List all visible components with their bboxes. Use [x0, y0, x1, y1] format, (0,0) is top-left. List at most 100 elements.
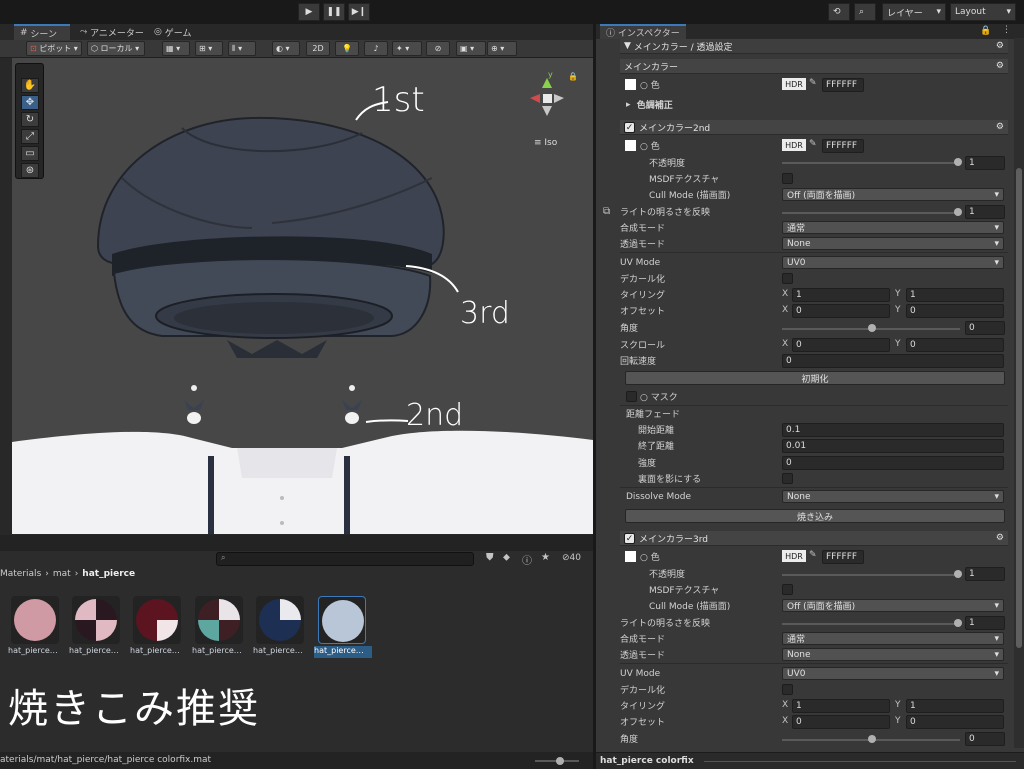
angle-field[interactable]: 0 — [965, 321, 1005, 335]
angle-field[interactable]: 0 — [965, 732, 1005, 746]
bake-button[interactable]: 焼き込み — [625, 509, 1005, 523]
debug-lock-icon[interactable]: ⧉ — [603, 206, 610, 217]
light-field[interactable]: 1 — [965, 205, 1005, 219]
search-button[interactable]: ⌕ — [854, 3, 876, 21]
alpha-dropdown[interactable]: None ▾ — [782, 648, 1004, 661]
layout-dropdown[interactable]: Layout ▾ — [950, 3, 1016, 21]
pause-button[interactable]: ❚❚ — [323, 3, 345, 21]
start-distance-field[interactable]: 0.1 — [782, 423, 1004, 437]
main-color-2nd-header[interactable]: ✓ メインカラー2nd ⚙ — [620, 120, 1008, 135]
iso-label[interactable]: ≡ Iso — [534, 138, 557, 148]
project-search-input[interactable]: ⌕ — [216, 552, 474, 566]
gear-icon[interactable]: ⚙ — [996, 533, 1004, 543]
section-header[interactable]: ▼ メインカラー / 透過設定 ⚙ — [620, 39, 1008, 54]
blend-dropdown[interactable]: 通常 ▾ — [782, 221, 1004, 234]
scrollbar-thumb[interactable] — [1016, 168, 1022, 648]
tiling-y-field[interactable]: 1 — [906, 288, 1004, 302]
backface-shadow-checkbox[interactable] — [782, 473, 793, 484]
rotate-tool[interactable]: ↻ — [21, 112, 39, 127]
layers-dropdown[interactable]: レイヤー ▾ — [882, 3, 946, 21]
lock-icon[interactable]: 🔒 — [568, 72, 578, 81]
breadcrumb-item[interactable]: Materials — [0, 569, 41, 583]
opacity-knob[interactable] — [954, 570, 962, 578]
filter-type-icon[interactable]: ⛊ — [486, 552, 494, 563]
mask-swatch[interactable] — [626, 391, 637, 402]
material-thumb[interactable] — [11, 596, 59, 644]
eyedropper-icon[interactable]: ✎ — [809, 78, 817, 88]
decal-checkbox[interactable] — [782, 684, 793, 695]
opacity-field[interactable]: 1 — [965, 567, 1005, 581]
tiling-y-field[interactable]: 1 — [906, 699, 1004, 713]
color-swatch-preview[interactable] — [625, 140, 636, 151]
enable-2nd-checkbox[interactable]: ✓ — [624, 121, 635, 133]
alpha-dropdown[interactable]: None ▾ — [782, 237, 1004, 250]
msdf-checkbox[interactable] — [782, 584, 793, 595]
step-button[interactable]: ▶❙ — [348, 3, 370, 21]
warning-icon[interactable]: ⓘ — [522, 552, 532, 567]
snap-increment-dropdown[interactable]: ⊞ ▾ — [195, 41, 223, 56]
strength-field[interactable]: 0 — [782, 456, 1004, 470]
inspector-scrollbar[interactable] — [1014, 38, 1024, 748]
pivot-dropdown[interactable]: ⊡ ピボット ▾ — [26, 41, 82, 56]
gizmos-dropdown[interactable]: ⊕ ▾ — [487, 41, 517, 56]
tiling-x-field[interactable]: 1 — [792, 699, 890, 713]
offset-y-field[interactable]: 0 — [906, 715, 1004, 729]
scene-viewport[interactable]: y 🔒 ≡ Iso 1st 3rd 2nd — [12, 58, 593, 534]
local-dropdown[interactable]: ⬡ ローカル ▾ — [87, 41, 145, 56]
reset-button[interactable]: 初期化 — [625, 371, 1005, 385]
gear-icon[interactable]: ⚙ — [996, 122, 1004, 132]
material-label-selected[interactable]: hat_pierce… — [314, 646, 372, 658]
grid-snap-dropdown[interactable]: ▦ ▾ — [162, 41, 190, 56]
angle-knob[interactable] — [868, 735, 876, 743]
favorite-icon[interactable]: ★ — [541, 552, 550, 563]
tab-game[interactable]: ◎ ゲーム — [148, 24, 197, 40]
offset-x-field[interactable]: 0 — [792, 715, 890, 729]
material-label[interactable]: hat_pierce… — [130, 646, 188, 658]
rotation-speed-field[interactable]: 0 — [782, 354, 1004, 368]
decal-checkbox[interactable] — [782, 273, 793, 284]
breadcrumb-item[interactable]: hat_pierce — [82, 569, 135, 583]
light-slider[interactable] — [782, 623, 960, 625]
offset-x-field[interactable]: 0 — [792, 304, 890, 318]
msdf-checkbox[interactable] — [782, 173, 793, 184]
light-knob[interactable] — [954, 208, 962, 216]
effects-dropdown[interactable]: ✦ ▾ — [392, 41, 422, 56]
scroll-y-field[interactable]: 0 — [906, 338, 1004, 352]
breadcrumb-item[interactable]: mat — [53, 569, 71, 583]
tab-scene[interactable]: # シーン — [14, 24, 70, 40]
material-thumb[interactable] — [72, 596, 120, 644]
hdr-color-field[interactable]: HDR — [782, 139, 806, 151]
shading-dropdown[interactable]: ◐ ▾ — [272, 41, 300, 56]
gear-icon[interactable]: ⚙ — [996, 61, 1004, 71]
opacity-slider[interactable] — [782, 574, 960, 576]
lock-icon[interactable]: 🔒 — [980, 26, 991, 36]
eyedropper-icon[interactable]: ✎ — [809, 139, 817, 149]
main-color-header[interactable]: メインカラー ⚙ — [620, 59, 1008, 74]
history-button[interactable]: ⟲ — [828, 3, 850, 21]
uv-dropdown[interactable]: UV0 ▾ — [782, 256, 1004, 269]
label-icon[interactable]: ⬥ — [503, 552, 510, 563]
rect-tool[interactable]: ▭ — [21, 146, 39, 161]
transform-tool[interactable]: ⊛ — [21, 163, 39, 178]
hdr-color-field[interactable]: HDR — [782, 550, 806, 562]
main-color-3rd-header[interactable]: ✓ メインカラー3rd ⚙ — [620, 531, 1008, 546]
camera-dropdown[interactable]: ▣ ▾ — [456, 41, 486, 56]
audio-toggle[interactable]: ♪ — [364, 41, 388, 56]
material-thumb-selected[interactable] — [318, 596, 366, 644]
cull-dropdown[interactable]: Off (両面を描画) ▾ — [782, 188, 1004, 201]
material-thumb[interactable] — [256, 596, 304, 644]
light-knob[interactable] — [954, 619, 962, 627]
menu-icon[interactable]: ⋮ — [1002, 25, 1011, 35]
opacity-field[interactable]: 1 — [965, 156, 1005, 170]
material-label[interactable]: hat_pierce… — [253, 646, 311, 658]
hdr-color-field[interactable]: HDR — [782, 78, 806, 90]
material-thumb[interactable] — [195, 596, 243, 644]
color-swatch-preview[interactable] — [625, 551, 636, 562]
move-tool[interactable]: ✥ — [21, 95, 39, 110]
end-distance-field[interactable]: 0.01 — [782, 439, 1004, 453]
gear-icon[interactable]: ⚙ — [996, 41, 1004, 51]
hex-field[interactable]: FFFFFF — [822, 78, 864, 92]
scale-tool[interactable]: ⤢ — [21, 129, 39, 144]
play-button[interactable]: ▶ — [298, 3, 320, 21]
color-swatch-preview[interactable] — [625, 79, 636, 90]
